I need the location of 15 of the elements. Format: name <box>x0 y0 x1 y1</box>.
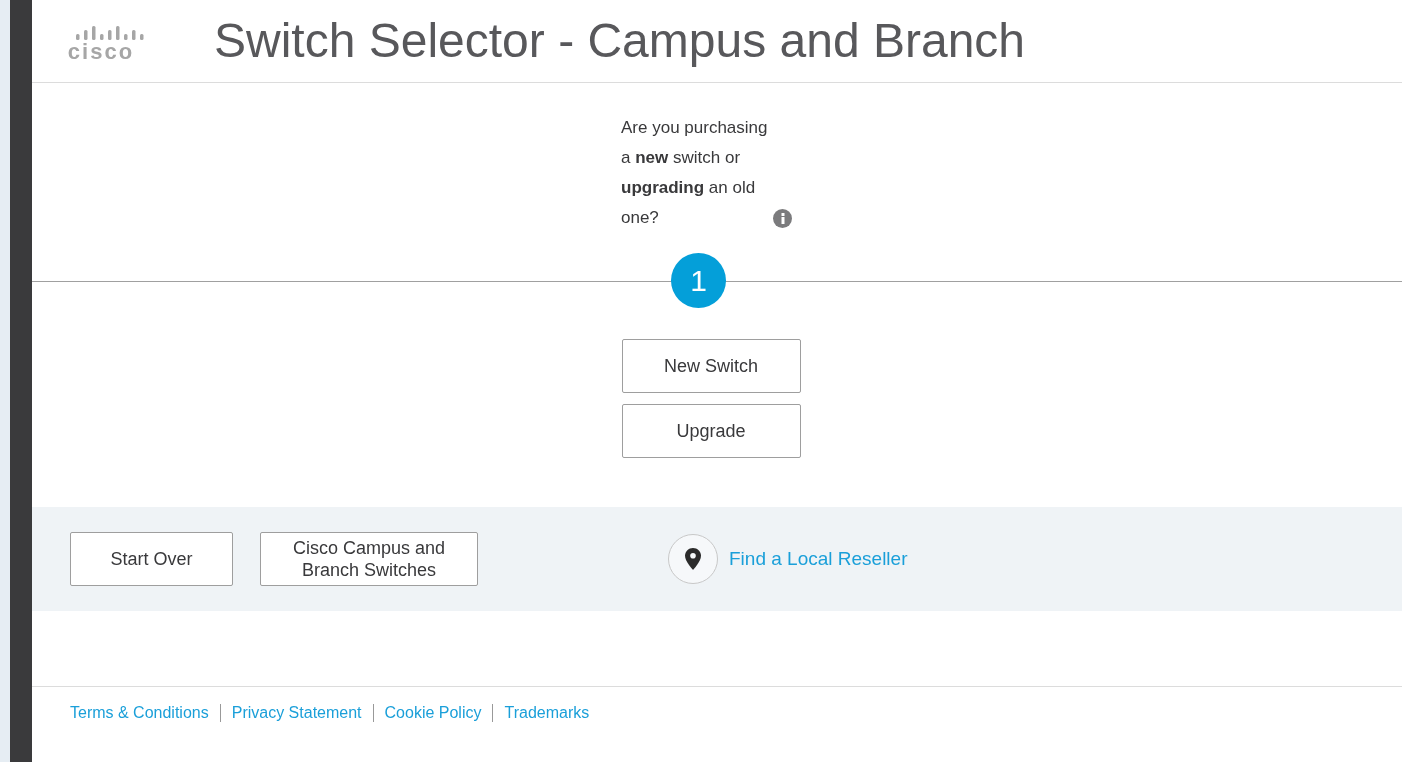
question-text: Are you purchasing a new switch or upgrading an old one? <box>621 117 769 229</box>
info-icon[interactable] <box>773 209 792 228</box>
product-family-button[interactable]: Cisco Campus and Branch Switches <box>260 532 478 586</box>
choice-button[interactable]: New Switch <box>621 339 801 393</box>
logo-text: cisco <box>67 40 135 63</box>
step-badge: 1 <box>671 253 726 308</box>
page-title: Switch Selector - Campus and Branch <box>214 17 1026 65</box>
footer-link[interactable]: Terms & Conditions <box>70 701 209 725</box>
choice-button[interactable]: Upgrade <box>621 404 801 458</box>
start-over-button[interactable]: Start Over <box>70 532 233 586</box>
location-pin-icon <box>668 534 718 584</box>
reseller-link[interactable]: Find a Local Reseller <box>729 544 908 574</box>
footer-link[interactable]: Trademarks <box>504 701 590 725</box>
footer-link[interactable]: Cookie Policy <box>384 701 482 725</box>
footer-link[interactable]: Privacy Statement <box>231 701 362 725</box>
